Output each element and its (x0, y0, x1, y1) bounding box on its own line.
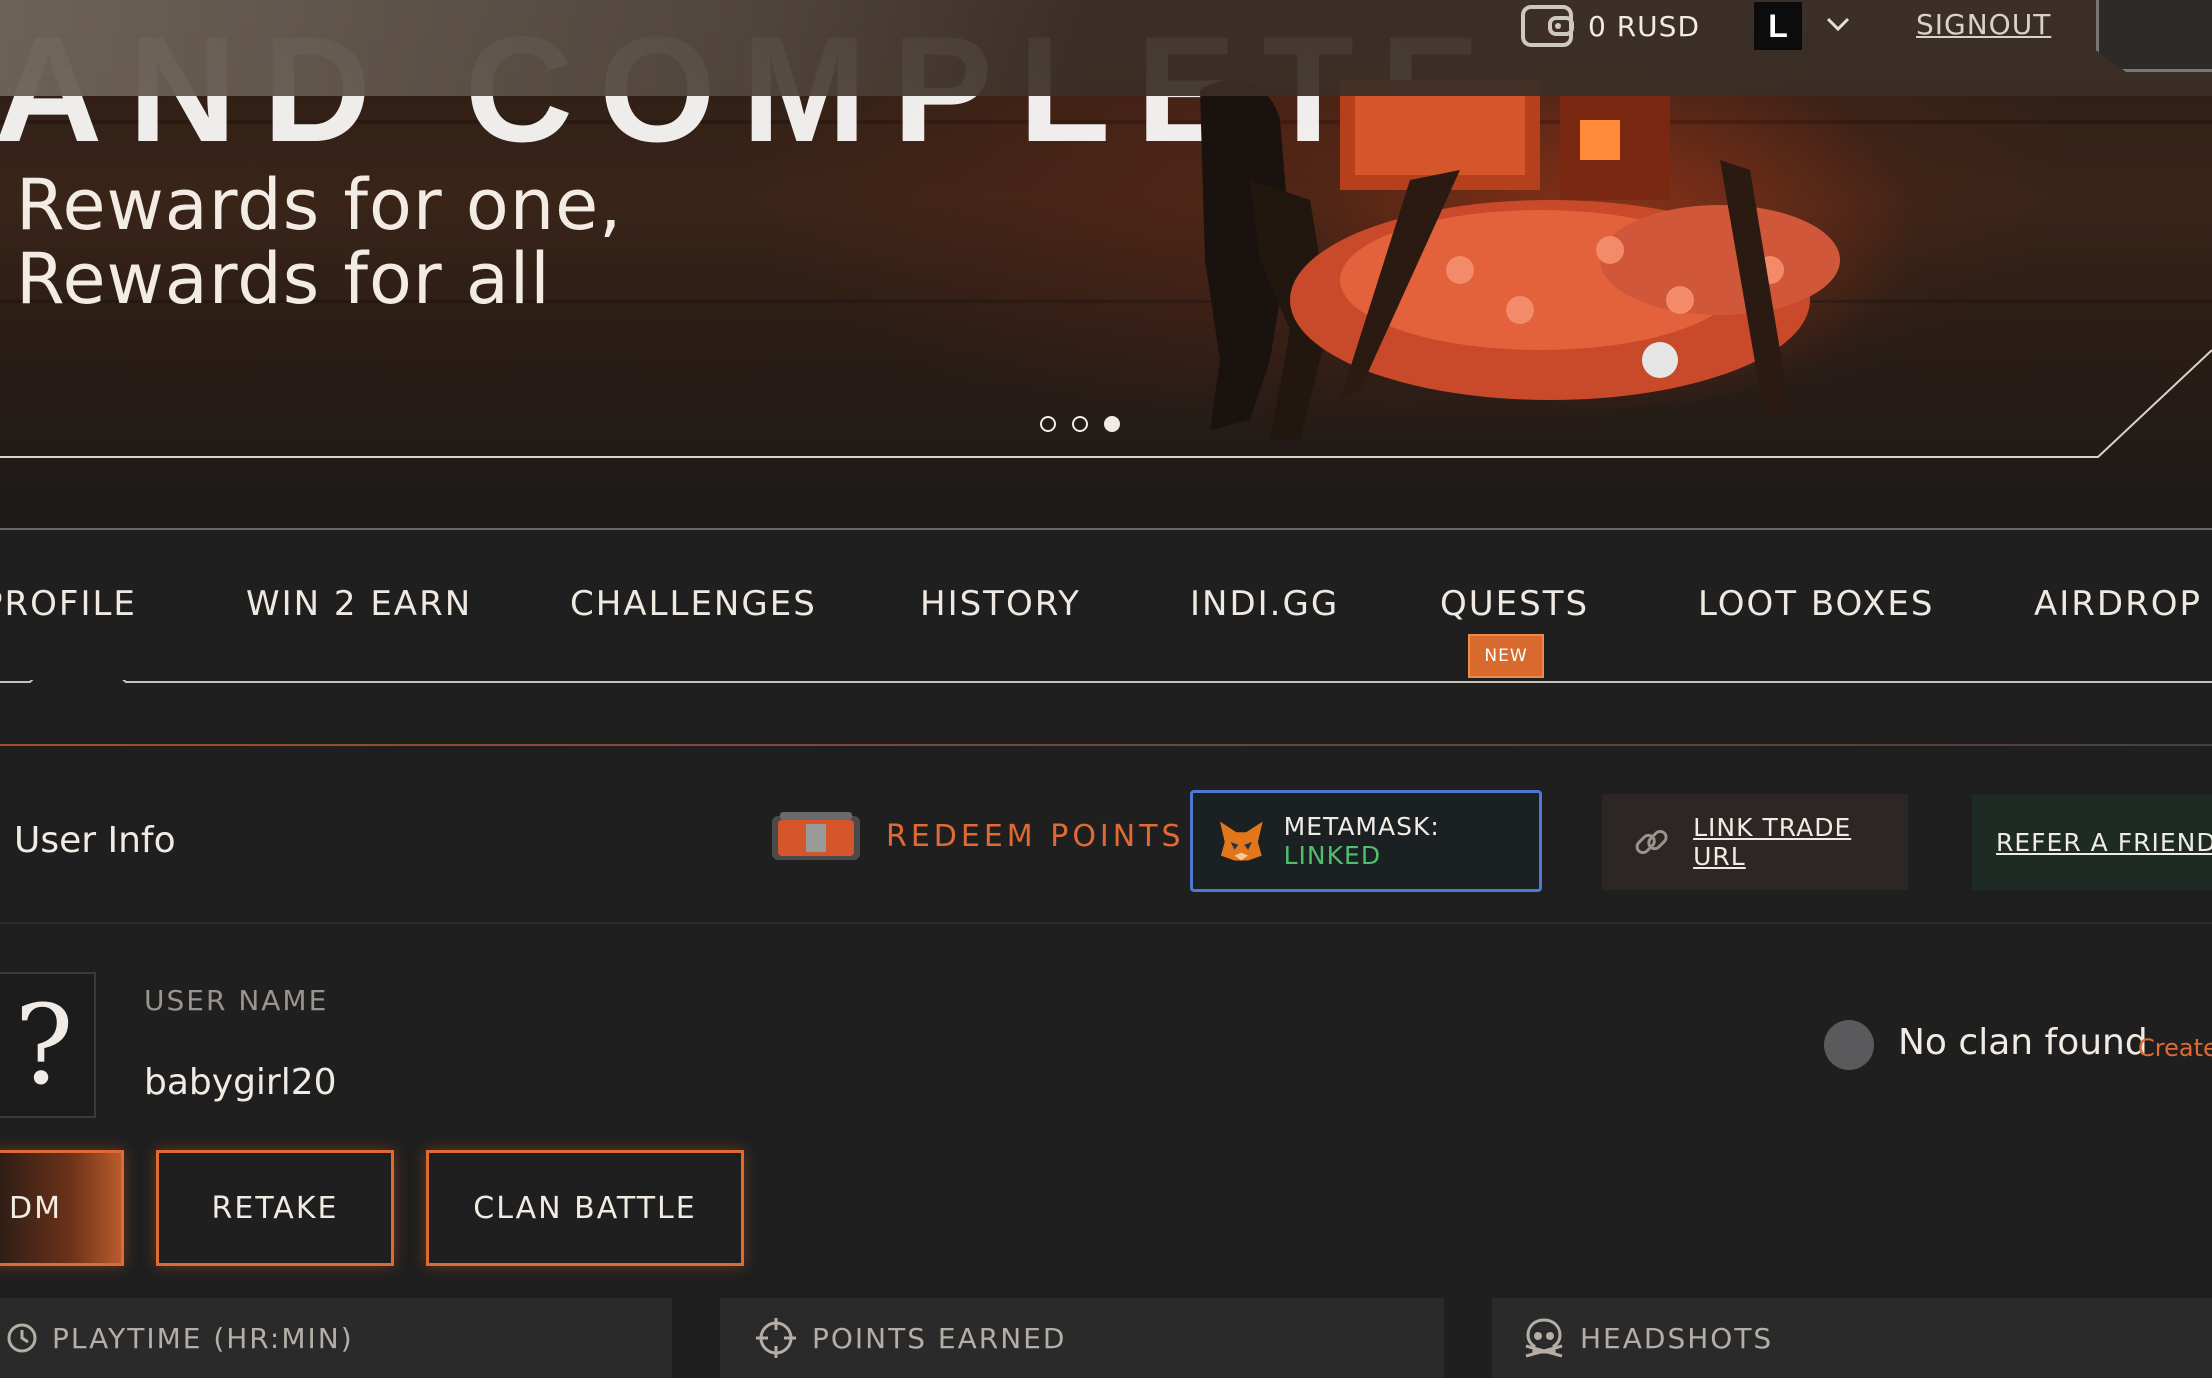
user-account-logo[interactable]: L (1754, 2, 1802, 50)
metamask-label: METAMASK: LINKED (1284, 812, 1539, 870)
clan-status-text: No clan found (1898, 1022, 2148, 1063)
row-divider (0, 922, 2212, 924)
mode-retake-button[interactable]: RETAKE (156, 1150, 394, 1266)
avatar[interactable]: ? (0, 972, 96, 1118)
redeem-points-button[interactable]: REDEEM POINTS (770, 808, 1185, 864)
metamask-fox-icon (1219, 821, 1263, 861)
section-divider-orange (0, 744, 2212, 746)
wallet-icon (1521, 5, 1574, 47)
playtime-label: PLAYTIME (HR:MIN) (52, 1321, 354, 1355)
refer-a-friend-label: REFER A FRIEND (1996, 827, 2212, 857)
tab-profile[interactable]: PROFILE (0, 584, 137, 624)
profile-tabs: PROFILE WIN 2 EARN CHALLENGES HISTORY IN… (0, 530, 2212, 680)
carousel-dot[interactable] (1072, 416, 1088, 432)
redeem-points-label: REDEEM POINTS (886, 818, 1185, 854)
link-trade-url-button[interactable]: LINK TRADE URL (1602, 794, 1908, 890)
user-info-title: User Info (14, 820, 176, 861)
hero-frame-line (0, 349, 2212, 458)
tab-win-2-earn[interactable]: WIN 2 EARN (246, 584, 472, 624)
refer-a-friend-button[interactable]: REFER A FRIEND (1972, 794, 2212, 890)
carousel-dot-active[interactable] (1104, 416, 1120, 432)
quests-new-badge: NEW (1468, 634, 1544, 678)
loot-box-icon (772, 812, 860, 860)
username-label: USER NAME (144, 984, 329, 1017)
mode-dm-button[interactable]: DM (0, 1150, 124, 1266)
carousel-dots (1040, 416, 1120, 432)
clock-icon (7, 1323, 37, 1353)
link-icon (1635, 829, 1668, 855)
headshots-stat-card: HEADSHOTS (1492, 1298, 2212, 1378)
tab-quests[interactable]: QUESTS (1440, 584, 1589, 624)
metamask-prefix: METAMASK: (1283, 812, 1440, 841)
tab-challenges[interactable]: CHALLENGES (570, 584, 817, 624)
create-clan-link[interactable]: Create (2138, 1034, 2212, 1062)
tab-history[interactable]: HISTORY (920, 584, 1081, 624)
tabs-underline (0, 680, 2212, 683)
tab-airdrop[interactable]: AIRDROP (2034, 584, 2202, 624)
skull-icon (1525, 1318, 1563, 1358)
link-trade-url-label: LINK TRADE URL (1693, 813, 1852, 871)
clan-avatar-placeholder (1824, 1020, 1874, 1070)
topbar-blurred-title (0, 0, 1080, 96)
chevron-down-icon[interactable] (1824, 14, 1852, 34)
crosshair-icon (756, 1318, 796, 1358)
mode-clan-battle-button[interactable]: CLAN BATTLE (426, 1150, 744, 1266)
active-tab-indicator (0, 680, 2212, 683)
wallet-balance-text: 0 RUSD (1588, 9, 1700, 43)
wallet-balance[interactable]: 0 RUSD (1520, 4, 1700, 48)
carousel-dot[interactable] (1040, 416, 1056, 432)
tab-indi-gg[interactable]: INDI.GG (1190, 584, 1339, 624)
points-earned-stat-card: POINTS EARNED (720, 1298, 1444, 1378)
metamask-status: LINKED (1283, 841, 1382, 870)
topbar-corner-panel (2096, 0, 2212, 72)
signout-link[interactable]: SIGNOUT (1916, 8, 2051, 41)
points-earned-label: POINTS EARNED (812, 1321, 1067, 1355)
playtime-stat-card: PLAYTIME (HR:MIN) (0, 1298, 672, 1378)
tab-loot-boxes[interactable]: LOOT BOXES (1698, 584, 1935, 624)
headshots-label: HEADSHOTS (1580, 1321, 1774, 1355)
metamask-linked-button[interactable]: METAMASK: LINKED (1190, 790, 1542, 892)
top-bar: 0 RUSD L SIGNOUT (0, 0, 2212, 96)
username-value: babygirl20 (144, 1062, 337, 1103)
